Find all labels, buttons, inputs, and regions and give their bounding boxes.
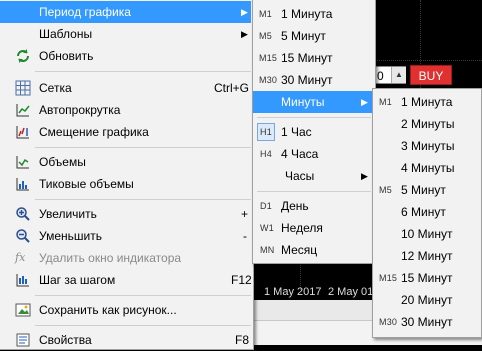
period-item-h4[interactable]: H4 4 Часа xyxy=(253,143,373,165)
zoom-out-icon xyxy=(16,229,30,243)
minutes-item[interactable]: M15 15 Минут xyxy=(373,267,481,289)
tick-volumes-icon xyxy=(16,178,29,191)
minutes-item[interactable]: 6 Минут xyxy=(373,201,481,223)
period-item-minutes[interactable]: Минуты ▶ xyxy=(253,91,375,113)
minutes-item[interactable]: 2 Минуты xyxy=(373,113,481,135)
menu-item-refresh[interactable]: Обновить xyxy=(0,45,251,67)
submenu-arrow-icon: ▶ xyxy=(361,97,368,107)
period-item-mn[interactable]: MN Месяц xyxy=(253,239,373,261)
minutes-item[interactable]: 20 Минут xyxy=(373,289,481,311)
submenu-arrow-icon: ▶ xyxy=(241,29,248,39)
menu-item-zoom-in[interactable]: Увеличить + xyxy=(0,203,251,225)
menu-item-templates[interactable]: Шаблоны ▶ xyxy=(0,23,251,45)
properties-icon xyxy=(16,333,30,347)
period-item-w1[interactable]: W1 Неделя xyxy=(253,217,373,239)
minutes-item[interactable]: 10 Минут xyxy=(373,223,481,245)
period-item-d1[interactable]: D1 День xyxy=(253,195,373,217)
menu-item-period[interactable]: Период графика ▶ xyxy=(0,1,251,23)
minutes-item[interactable]: M5 5 Минут xyxy=(373,179,481,201)
minutes-item[interactable]: 3 Минуты xyxy=(373,135,481,157)
refresh-icon xyxy=(17,49,29,63)
menu-item-save-as-picture[interactable]: Сохранить как рисунок... xyxy=(0,299,251,321)
menu-item-zoom-out[interactable]: Уменьшить - xyxy=(0,225,251,247)
step-icon xyxy=(16,274,29,287)
minutes-item[interactable]: 4 Минуты xyxy=(373,157,481,179)
menu-item-properties[interactable]: Свойства F8 xyxy=(0,329,251,351)
submenu-arrow-icon: ▶ xyxy=(241,7,248,17)
period-item-m1[interactable]: M1 1 Минута xyxy=(253,3,373,25)
menu-item-volumes[interactable]: Объемы xyxy=(0,151,251,173)
minutes-item[interactable]: M30 30 Минут xyxy=(373,311,481,333)
menu-separator xyxy=(257,191,371,192)
minutes-item[interactable]: M1 1 Минута xyxy=(373,91,481,113)
date-label: 1 May 2017 xyxy=(264,286,322,298)
menu-item-autoscroll[interactable]: Автопрокрутка xyxy=(0,99,251,121)
buy-button[interactable]: BUY xyxy=(410,65,452,85)
chart-context-menu: Период графика ▶ Шаблоны ▶ Обновить Сетк… xyxy=(0,0,254,350)
zoom-in-icon xyxy=(16,207,30,221)
menu-separator xyxy=(257,117,371,118)
chart-shift-icon xyxy=(16,126,29,139)
minutes-submenu: M1 1 Минута 2 Минуты 3 Минуты 4 Минуты M… xyxy=(372,88,482,338)
menu-item-delete-indicator-window: fx Удалить окно индикатора xyxy=(15,251,182,265)
volumes-icon xyxy=(16,156,29,169)
minutes-item[interactable]: 12 Минут xyxy=(373,245,481,267)
period-submenu: M1 1 Минута M5 5 Минут M15 15 Минут M30 … xyxy=(252,0,376,264)
period-item-m5[interactable]: M5 5 Минут xyxy=(253,25,373,47)
period-item-hours[interactable]: Часы ▶ xyxy=(253,165,373,187)
period-item-h1[interactable]: H1 1 Час xyxy=(253,121,373,143)
menu-separator xyxy=(35,199,251,200)
menu-item-tick-volumes[interactable]: Тиковые объемы xyxy=(0,173,251,195)
menu-separator xyxy=(35,147,251,148)
date-label: 2 May 01: xyxy=(328,286,377,298)
volume-spinner[interactable]: ▲ xyxy=(391,67,406,83)
submenu-arrow-icon: ▶ xyxy=(361,171,368,181)
menu-separator xyxy=(35,325,251,326)
menu-item-chart-shift[interactable]: Смещение графика xyxy=(0,121,251,143)
period-item-m15[interactable]: M15 15 Минут xyxy=(253,47,373,69)
grid-icon xyxy=(15,80,31,96)
period-item-m30[interactable]: M30 30 Минут xyxy=(253,69,373,91)
menu-item-grid[interactable]: Сетка Ctrl+G xyxy=(0,77,251,99)
menu-separator xyxy=(35,71,251,72)
autoscroll-icon xyxy=(16,104,30,117)
save-picture-icon xyxy=(15,303,31,317)
menu-item-step-by-step[interactable]: Шаг за шагом F12 xyxy=(0,269,252,291)
menu-separator xyxy=(35,295,251,296)
fx-icon: fx xyxy=(15,251,26,264)
